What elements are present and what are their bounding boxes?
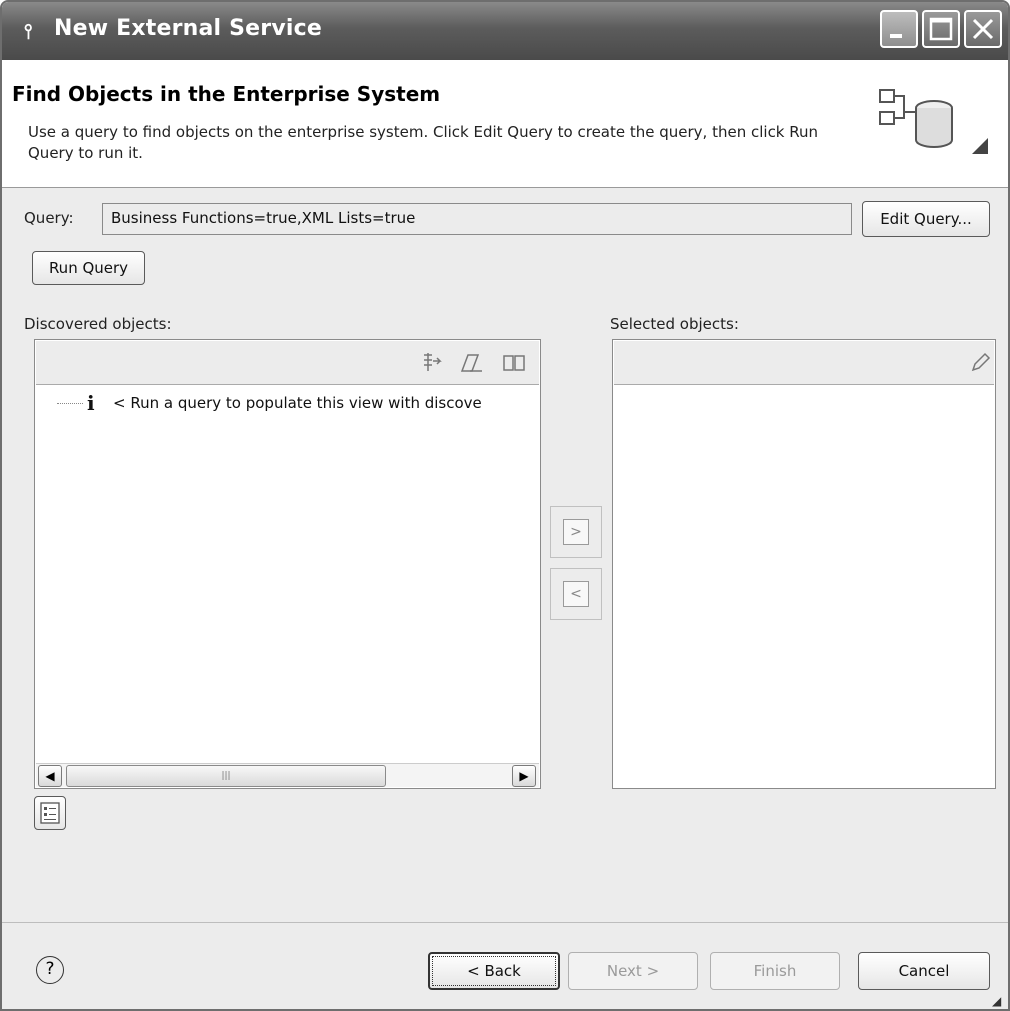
query-field[interactable]: Business Functions=true,XML Lists=true xyxy=(102,203,852,235)
scroll-right-arrow[interactable]: ▶ xyxy=(512,765,536,787)
discovered-objects-label: Discovered objects: xyxy=(24,315,172,333)
properties-icon[interactable] xyxy=(502,351,526,375)
back-button[interactable]: < Back xyxy=(428,952,560,990)
filter-icon[interactable] xyxy=(420,351,444,375)
next-button[interactable]: Next > xyxy=(568,952,698,990)
footer-separator xyxy=(2,922,1008,923)
close-button[interactable] xyxy=(964,10,1002,48)
horizontal-scrollbar[interactable]: ◀ ||| ▶ xyxy=(36,763,539,787)
window-title: New External Service xyxy=(54,16,322,41)
scroll-thumb[interactable]: ||| xyxy=(66,765,386,787)
wizard-header: Find Objects in the Enterprise System Us… xyxy=(2,60,1008,188)
edit-icon[interactable] xyxy=(968,351,992,375)
tree-item[interactable]: i < Run a query to populate this view wi… xyxy=(35,392,538,416)
edit-icon[interactable] xyxy=(460,351,484,375)
maximize-button[interactable] xyxy=(922,10,960,48)
title-bar[interactable]: ⫯ New External Service xyxy=(2,2,1008,60)
database-wizard-icon xyxy=(879,89,988,154)
minimize-button[interactable] xyxy=(880,10,918,48)
info-icon: i xyxy=(87,392,95,415)
discovered-objects-tree[interactable]: i < Run a query to populate this view wi… xyxy=(34,339,541,789)
selected-objects-label: Selected objects: xyxy=(610,315,739,333)
resize-grip-icon[interactable]: ◢ xyxy=(992,994,1001,1008)
list-details-icon xyxy=(40,802,60,824)
show-properties-button[interactable] xyxy=(34,796,66,830)
tree-item-text: < Run a query to populate this view with… xyxy=(113,394,482,412)
remove-arrow-glyph: < xyxy=(563,581,589,607)
app-icon: ⫯ xyxy=(24,19,33,43)
edit-query-button[interactable]: Edit Query... xyxy=(862,201,990,237)
remove-selection-button[interactable]: < xyxy=(550,568,602,620)
scroll-left-arrow[interactable]: ◀ xyxy=(38,765,62,787)
add-arrow-glyph: > xyxy=(563,519,589,545)
wizard-window: ⫯ New External Service Find Objects in t… xyxy=(0,0,1010,1011)
selected-toolbar xyxy=(614,341,994,385)
query-label: Query: xyxy=(24,209,74,227)
run-query-button[interactable]: Run Query xyxy=(32,251,145,285)
help-icon[interactable]: ? xyxy=(36,956,64,984)
tree-connector xyxy=(57,403,83,404)
selected-objects-list[interactable] xyxy=(612,339,996,789)
page-description: Use a query to find objects on the enter… xyxy=(28,123,819,162)
add-selection-button[interactable]: > xyxy=(550,506,602,558)
page-title: Find Objects in the Enterprise System xyxy=(12,82,441,106)
cancel-button[interactable]: Cancel xyxy=(858,952,990,990)
finish-button[interactable]: Finish xyxy=(710,952,840,990)
discovered-toolbar xyxy=(36,341,539,385)
